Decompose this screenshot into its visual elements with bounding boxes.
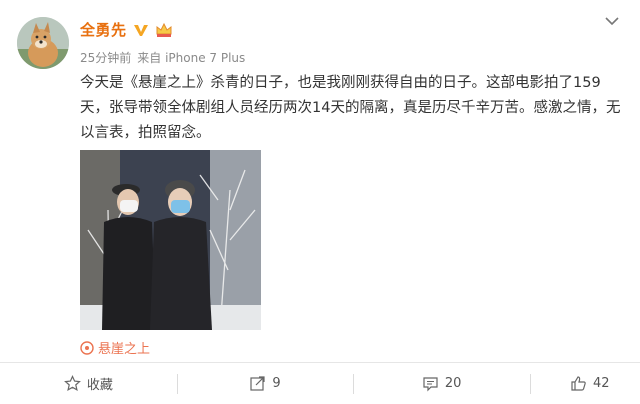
like-button[interactable]: 42 [530,363,640,404]
comment-icon [423,377,438,392]
chevron-down-icon[interactable] [604,15,620,27]
repost-icon [250,376,265,391]
post-time[interactable]: 25分钟前 [80,51,131,65]
location-pin-icon [80,340,94,355]
post-meta: 25分钟前 来自 iPhone 7 Plus [80,49,245,66]
post-photo[interactable] [80,150,261,330]
post-text: 今天是《悬崖之上》杀青的日子，也是我刚刚获得自由的日子。这部电影拍了159天，张… [80,75,621,141]
comment-button[interactable]: 20 [353,363,530,404]
topic-link[interactable]: 悬崖之上 [80,338,150,357]
like-count: 42 [593,376,610,391]
author-line: 全勇先 [80,19,173,40]
star-icon [63,375,81,391]
author-name[interactable]: 全勇先 [80,19,127,40]
topic-label: 悬崖之上 [98,342,151,357]
thumbs-up-icon [571,376,586,391]
photo-two-men-wrap-party [80,150,261,330]
comment-count: 20 [444,376,462,391]
crown-member-icon[interactable] [155,22,173,38]
repost-count: 9 [272,376,281,391]
post-source: 来自 iPhone 7 Plus [137,51,246,65]
weibo-post-card: 全勇先 25分钟前 来自 iPhone 7 Plus 今天是《悬崖之上》杀青的日子… [0,0,640,404]
favorite-button[interactable]: 收藏 [0,363,177,404]
action-bar: 收藏 9 20 42 [0,362,640,404]
repost-button[interactable]: 9 [176,363,354,404]
favorite-label: 收藏 [86,378,113,393]
avatar[interactable] [17,17,69,69]
dog-avatar-image [17,17,69,69]
verified-v-icon[interactable] [133,22,149,38]
